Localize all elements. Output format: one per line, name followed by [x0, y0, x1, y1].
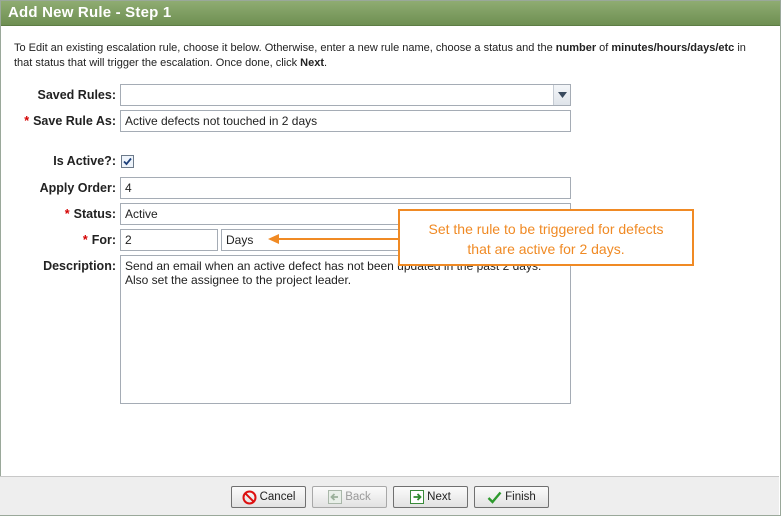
- callout-arrow: [268, 234, 400, 244]
- next-label: Next: [427, 491, 451, 503]
- description-label: Description:: [43, 259, 116, 273]
- cancel-label: Cancel: [259, 491, 296, 503]
- is-active-label: Is Active?:: [53, 154, 116, 168]
- saved-rules-dropdown[interactable]: [120, 84, 571, 106]
- finish-label: Finish: [505, 491, 536, 503]
- instructions-part: of: [596, 42, 612, 54]
- instructions-bold-next: Next: [300, 57, 324, 69]
- description-textarea[interactable]: Send an email when an active defect has …: [120, 255, 571, 404]
- instructions-part: To Edit an existing escalation rule, cho…: [14, 42, 556, 54]
- save-rule-as-label: * Save Rule As:: [24, 114, 116, 128]
- back-button[interactable]: Back: [312, 486, 387, 508]
- checkmark-icon: [123, 157, 132, 166]
- next-button[interactable]: Next: [393, 486, 468, 508]
- finish-button[interactable]: Finish: [474, 486, 549, 508]
- footer-bar: [0, 476, 779, 515]
- is-active-checkbox[interactable]: [121, 155, 134, 168]
- callout-annotation: Set the rule to be triggered for defects…: [398, 209, 694, 266]
- apply-order-label: Apply Order:: [39, 181, 116, 195]
- chevron-down-icon[interactable]: [553, 85, 570, 105]
- next-arrow-icon: [410, 490, 425, 504]
- saved-rules-label: Saved Rules:: [37, 88, 116, 102]
- cancel-button[interactable]: Cancel: [231, 486, 306, 508]
- for-number-input[interactable]: [120, 229, 218, 251]
- instructions-bold-number: number: [555, 42, 597, 54]
- checkmark-icon: [487, 491, 502, 504]
- back-label: Back: [345, 491, 371, 503]
- instructions-bold-units: minutes/hours/days/etc: [611, 42, 735, 54]
- status-label: * Status:: [64, 207, 116, 221]
- back-arrow-icon: [328, 490, 343, 504]
- required-marker: *: [82, 233, 88, 247]
- callout-line: Set the rule to be triggered for defects: [428, 221, 664, 237]
- cancel-icon: [242, 490, 257, 504]
- callout-line: that are active for 2 days.: [467, 241, 625, 257]
- dialog-title: Add New Rule - Step 1: [8, 4, 172, 21]
- save-rule-as-input[interactable]: [120, 110, 571, 132]
- instructions-part: .: [324, 57, 328, 69]
- required-marker: *: [24, 114, 30, 128]
- instructions-text: To Edit an existing escalation rule, cho…: [14, 41, 766, 71]
- for-label: * For:: [82, 233, 116, 247]
- title-bar: Add New Rule - Step 1: [1, 1, 780, 26]
- apply-order-input[interactable]: [120, 177, 571, 199]
- required-marker: *: [64, 207, 70, 221]
